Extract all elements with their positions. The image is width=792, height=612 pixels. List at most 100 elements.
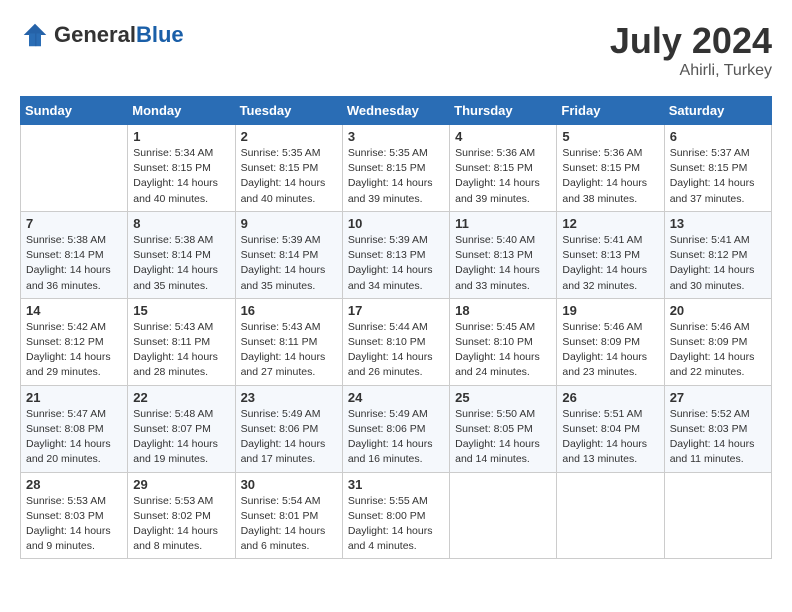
day-info: Sunrise: 5:47 AMSunset: 8:08 PMDaylight:… — [26, 407, 122, 468]
day-info: Sunrise: 5:37 AMSunset: 8:15 PMDaylight:… — [670, 146, 766, 207]
calendar-week-row: 14 Sunrise: 5:42 AMSunset: 8:12 PMDayligh… — [21, 298, 772, 385]
day-number: 10 — [348, 216, 444, 231]
day-info: Sunrise: 5:54 AMSunset: 8:01 PMDaylight:… — [241, 494, 337, 555]
day-number: 14 — [26, 303, 122, 318]
day-number: 2 — [241, 129, 337, 144]
day-info: Sunrise: 5:42 AMSunset: 8:12 PMDaylight:… — [26, 320, 122, 381]
calendar-cell: 5 Sunrise: 5:36 AMSunset: 8:15 PMDaylight… — [557, 125, 664, 212]
day-info: Sunrise: 5:48 AMSunset: 8:07 PMDaylight:… — [133, 407, 229, 468]
day-info: Sunrise: 5:36 AMSunset: 8:15 PMDaylight:… — [562, 146, 658, 207]
day-info: Sunrise: 5:38 AMSunset: 8:14 PMDaylight:… — [133, 233, 229, 294]
day-number: 3 — [348, 129, 444, 144]
day-number: 16 — [241, 303, 337, 318]
calendar-cell: 10 Sunrise: 5:39 AMSunset: 8:13 PMDayligh… — [342, 211, 449, 298]
day-info: Sunrise: 5:44 AMSunset: 8:10 PMDaylight:… — [348, 320, 444, 381]
calendar-cell — [557, 472, 664, 559]
day-info: Sunrise: 5:43 AMSunset: 8:11 PMDaylight:… — [241, 320, 337, 381]
day-number: 1 — [133, 129, 229, 144]
column-header-saturday: Saturday — [664, 97, 771, 125]
day-number: 30 — [241, 477, 337, 492]
logo: GeneralBlue — [20, 20, 184, 50]
day-info: Sunrise: 5:49 AMSunset: 8:06 PMDaylight:… — [348, 407, 444, 468]
calendar-cell — [21, 125, 128, 212]
day-info: Sunrise: 5:39 AMSunset: 8:14 PMDaylight:… — [241, 233, 337, 294]
day-info: Sunrise: 5:41 AMSunset: 8:12 PMDaylight:… — [670, 233, 766, 294]
column-header-thursday: Thursday — [450, 97, 557, 125]
day-number: 31 — [348, 477, 444, 492]
day-number: 8 — [133, 216, 229, 231]
day-number: 9 — [241, 216, 337, 231]
day-info: Sunrise: 5:53 AMSunset: 8:03 PMDaylight:… — [26, 494, 122, 555]
logo-text: GeneralBlue — [54, 22, 184, 48]
day-number: 22 — [133, 390, 229, 405]
day-number: 5 — [562, 129, 658, 144]
calendar-cell: 9 Sunrise: 5:39 AMSunset: 8:14 PMDaylight… — [235, 211, 342, 298]
day-number: 25 — [455, 390, 551, 405]
calendar-cell — [664, 472, 771, 559]
day-info: Sunrise: 5:43 AMSunset: 8:11 PMDaylight:… — [133, 320, 229, 381]
day-number: 27 — [670, 390, 766, 405]
calendar-cell: 31 Sunrise: 5:55 AMSunset: 8:00 PMDayligh… — [342, 472, 449, 559]
day-number: 11 — [455, 216, 551, 231]
day-info: Sunrise: 5:39 AMSunset: 8:13 PMDaylight:… — [348, 233, 444, 294]
day-number: 17 — [348, 303, 444, 318]
day-info: Sunrise: 5:40 AMSunset: 8:13 PMDaylight:… — [455, 233, 551, 294]
day-info: Sunrise: 5:53 AMSunset: 8:02 PMDaylight:… — [133, 494, 229, 555]
calendar-cell: 19 Sunrise: 5:46 AMSunset: 8:09 PMDayligh… — [557, 298, 664, 385]
day-info: Sunrise: 5:51 AMSunset: 8:04 PMDaylight:… — [562, 407, 658, 468]
calendar-table: SundayMondayTuesdayWednesdayThursdayFrid… — [20, 96, 772, 559]
column-header-wednesday: Wednesday — [342, 97, 449, 125]
calendar-cell: 4 Sunrise: 5:36 AMSunset: 8:15 PMDaylight… — [450, 125, 557, 212]
day-number: 21 — [26, 390, 122, 405]
day-info: Sunrise: 5:45 AMSunset: 8:10 PMDaylight:… — [455, 320, 551, 381]
day-info: Sunrise: 5:38 AMSunset: 8:14 PMDaylight:… — [26, 233, 122, 294]
day-number: 7 — [26, 216, 122, 231]
day-info: Sunrise: 5:36 AMSunset: 8:15 PMDaylight:… — [455, 146, 551, 207]
day-number: 15 — [133, 303, 229, 318]
logo-general: General — [54, 22, 136, 47]
calendar-cell: 26 Sunrise: 5:51 AMSunset: 8:04 PMDayligh… — [557, 385, 664, 472]
calendar-cell: 28 Sunrise: 5:53 AMSunset: 8:03 PMDayligh… — [21, 472, 128, 559]
day-info: Sunrise: 5:46 AMSunset: 8:09 PMDaylight:… — [562, 320, 658, 381]
calendar-cell: 18 Sunrise: 5:45 AMSunset: 8:10 PMDayligh… — [450, 298, 557, 385]
calendar-week-row: 21 Sunrise: 5:47 AMSunset: 8:08 PMDayligh… — [21, 385, 772, 472]
column-header-tuesday: Tuesday — [235, 97, 342, 125]
day-number: 23 — [241, 390, 337, 405]
column-header-monday: Monday — [128, 97, 235, 125]
day-info: Sunrise: 5:35 AMSunset: 8:15 PMDaylight:… — [348, 146, 444, 207]
calendar-cell: 6 Sunrise: 5:37 AMSunset: 8:15 PMDaylight… — [664, 125, 771, 212]
day-number: 18 — [455, 303, 551, 318]
day-number: 19 — [562, 303, 658, 318]
calendar-cell: 1 Sunrise: 5:34 AMSunset: 8:15 PMDaylight… — [128, 125, 235, 212]
day-number: 26 — [562, 390, 658, 405]
day-number: 4 — [455, 129, 551, 144]
day-info: Sunrise: 5:41 AMSunset: 8:13 PMDaylight:… — [562, 233, 658, 294]
day-number: 20 — [670, 303, 766, 318]
calendar-cell: 3 Sunrise: 5:35 AMSunset: 8:15 PMDaylight… — [342, 125, 449, 212]
day-number: 28 — [26, 477, 122, 492]
location-subtitle: Ahirli, Turkey — [610, 62, 772, 80]
calendar-header-row: SundayMondayTuesdayWednesdayThursdayFrid… — [21, 97, 772, 125]
calendar-cell: 11 Sunrise: 5:40 AMSunset: 8:13 PMDayligh… — [450, 211, 557, 298]
calendar-week-row: 28 Sunrise: 5:53 AMSunset: 8:03 PMDayligh… — [21, 472, 772, 559]
day-number: 6 — [670, 129, 766, 144]
day-info: Sunrise: 5:52 AMSunset: 8:03 PMDaylight:… — [670, 407, 766, 468]
calendar-cell: 22 Sunrise: 5:48 AMSunset: 8:07 PMDayligh… — [128, 385, 235, 472]
day-info: Sunrise: 5:34 AMSunset: 8:15 PMDaylight:… — [133, 146, 229, 207]
day-number: 13 — [670, 216, 766, 231]
calendar-cell: 25 Sunrise: 5:50 AMSunset: 8:05 PMDayligh… — [450, 385, 557, 472]
calendar-cell: 24Sunrise: 5:49 AMSunset: 8:06 PMDayligh… — [342, 385, 449, 472]
calendar-cell — [450, 472, 557, 559]
day-info: Sunrise: 5:49 AMSunset: 8:06 PMDaylight:… — [241, 407, 337, 468]
day-number: 12 — [562, 216, 658, 231]
calendar-cell: 14 Sunrise: 5:42 AMSunset: 8:12 PMDayligh… — [21, 298, 128, 385]
calendar-cell: 16 Sunrise: 5:43 AMSunset: 8:11 PMDayligh… — [235, 298, 342, 385]
calendar-cell: 17 Sunrise: 5:44 AMSunset: 8:10 PMDayligh… — [342, 298, 449, 385]
day-info: Sunrise: 5:50 AMSunset: 8:05 PMDaylight:… — [455, 407, 551, 468]
day-info: Sunrise: 5:55 AMSunset: 8:00 PMDaylight:… — [348, 494, 444, 555]
calendar-cell: 8 Sunrise: 5:38 AMSunset: 8:14 PMDaylight… — [128, 211, 235, 298]
calendar-cell: 29Sunrise: 5:53 AMSunset: 8:02 PMDayligh… — [128, 472, 235, 559]
calendar-cell: 7 Sunrise: 5:38 AMSunset: 8:14 PMDaylight… — [21, 211, 128, 298]
column-header-sunday: Sunday — [21, 97, 128, 125]
calendar-cell: 27 Sunrise: 5:52 AMSunset: 8:03 PMDayligh… — [664, 385, 771, 472]
